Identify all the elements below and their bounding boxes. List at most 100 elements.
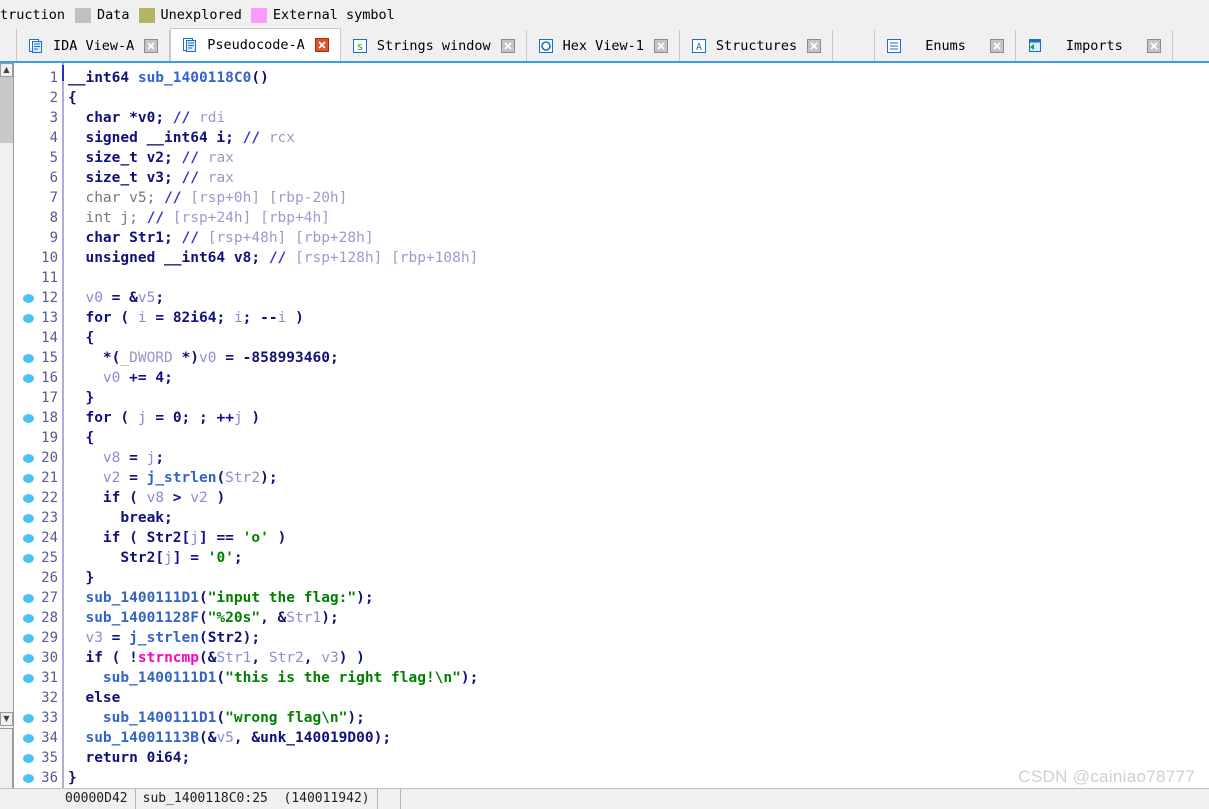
code-line[interactable]: 19 { (15, 428, 1195, 448)
code-line[interactable]: 27 sub_1400111D1("input the flag:"); (15, 588, 1195, 608)
close-icon[interactable] (653, 38, 668, 53)
code-listing[interactable]: 1 __int64 sub_1400118C0() 2{3 char *v0; //… (15, 63, 1209, 788)
code-line[interactable]: 9 char Str1; // [rsp+48h] [rbp+28h] (15, 228, 1195, 248)
code-line[interactable]: 25 Str2[j] = '0'; (15, 548, 1195, 568)
code-line[interactable]: 15 *(_DWORD *)v0 = -858993460; (15, 348, 1195, 368)
line-text[interactable]: size_t v2; // rax (68, 148, 233, 168)
code-line[interactable]: 24 if ( Str2[j] == 'o' ) (15, 528, 1195, 548)
code-line[interactable]: 10 unsigned __int64 v8; // [rsp+128h] [r… (15, 248, 1195, 268)
code-line[interactable]: 34 sub_14001113B(&v5, &unk_140019D00); (15, 728, 1195, 748)
line-text[interactable]: v2 = j_strlen(Str2); (68, 468, 278, 488)
line-text[interactable]: if ( !strncmp(&Str1, Str2, v3) ) (68, 648, 364, 668)
code-line[interactable]: 7 char v5; // [rsp+0h] [rbp-20h] (15, 188, 1195, 208)
code-line[interactable]: 26 } (15, 568, 1195, 588)
code-line[interactable]: 13 for ( i = 82i64; i; --i ) (15, 308, 1195, 328)
code-line[interactable]: 3 char *v0; // rdi (15, 108, 1195, 128)
code-line[interactable]: 14 { (15, 328, 1195, 348)
line-text[interactable]: char Str1; // [rsp+48h] [rbp+28h] (68, 228, 373, 248)
code-line[interactable]: 6 size_t v3; // rax (15, 168, 1195, 188)
code-line[interactable]: 35 return 0i64; (15, 748, 1195, 768)
line-text[interactable]: sub_14001128F("%20s", &Str1); (68, 608, 338, 628)
line-text[interactable]: int j; // [rsp+24h] [rbp+4h] (68, 208, 329, 228)
line-text[interactable]: Str2[j] = '0'; (68, 548, 242, 568)
line-text[interactable]: sub_1400111D1("wrong flag\n"); (68, 708, 365, 728)
line-text[interactable]: v3 = j_strlen(Str2); (68, 628, 260, 648)
line-text[interactable]: if ( v8 > v2 ) (68, 488, 225, 508)
code-line[interactable]: 22 if ( v8 > v2 ) (15, 488, 1195, 508)
line-text[interactable]: signed __int64 i; // rcx (68, 128, 295, 148)
line-text[interactable]: sub_1400111D1("input the flag:"); (68, 588, 373, 608)
line-number: 1 (49, 70, 58, 86)
line-text[interactable]: break; (68, 508, 172, 528)
code-line[interactable]: 29 v3 = j_strlen(Str2); (15, 628, 1195, 648)
line-text[interactable]: for ( j = 0; ; ++j ) (68, 408, 260, 428)
line-number: 6 (49, 170, 58, 186)
tab-blank[interactable] (833, 30, 876, 61)
code-line[interactable]: 1 __int64 sub_1400118C0() (15, 68, 1195, 88)
line-text[interactable]: size_t v3; // rax (68, 168, 233, 188)
line-text[interactable]: if ( Str2[j] == 'o' ) (68, 528, 286, 548)
line-text[interactable]: v8 = j; (68, 448, 164, 468)
scrollbar-thumb[interactable] (0, 77, 13, 143)
code-line[interactable]: 16 v0 += 4; (15, 368, 1195, 388)
line-text[interactable]: { (68, 88, 77, 108)
line-text[interactable]: char *v0; // rdi (68, 108, 225, 128)
code-line[interactable]: 32 else (15, 688, 1195, 708)
line-text[interactable]: return 0i64; (68, 748, 190, 768)
line-text[interactable]: char v5; // [rsp+0h] [rbp-20h] (68, 188, 347, 208)
code-line[interactable]: 18 for ( j = 0; ; ++j ) (15, 408, 1195, 428)
line-text[interactable]: v0 += 4; (68, 368, 173, 388)
scroll-up-button[interactable]: ▲ (0, 63, 13, 77)
line-text[interactable]: { (68, 428, 94, 448)
line-text[interactable]: v0 = &v5; (68, 288, 164, 308)
close-icon[interactable] (500, 38, 515, 53)
line-number: 24 (41, 530, 58, 546)
line-text[interactable]: { (68, 328, 94, 348)
code-line[interactable]: 28 sub_14001128F("%20s", &Str1); (15, 608, 1195, 628)
pseudocode-editor[interactable]: ▲ ▼ 1 __int64 sub_1400118C0() 2{3 char *v0… (0, 63, 1209, 788)
tab-ida-view-a[interactable]: IDA View-A (17, 30, 171, 61)
line-text[interactable]: *(_DWORD *)v0 = -858993460; (68, 348, 339, 368)
code-line[interactable]: 30 if ( !strncmp(&Str1, Str2, v3) ) (15, 648, 1195, 668)
tab-structures[interactable]: A Structures (679, 30, 834, 61)
close-icon[interactable] (1146, 38, 1161, 53)
scrollbar-track-end[interactable] (0, 728, 13, 788)
code-line[interactable]: 12 v0 = &v5; (15, 288, 1195, 308)
line-number: 23 (41, 510, 58, 526)
line-number: 34 (41, 730, 58, 746)
tab-label-ida-view-a: IDA View-A (53, 37, 135, 54)
code-line[interactable]: 21 v2 = j_strlen(Str2); (15, 468, 1195, 488)
line-text[interactable]: __int64 sub_1400118C0() (68, 68, 269, 88)
code-line[interactable]: 5 size_t v2; // rax (15, 148, 1195, 168)
code-line[interactable]: 23 break; (15, 508, 1195, 528)
line-text[interactable]: else (68, 688, 120, 708)
code-line[interactable]: 20 v8 = j; (15, 448, 1195, 468)
code-line[interactable]: 31 sub_1400111D1("this is the right flag… (15, 668, 1195, 688)
code-line[interactable]: 36} (15, 768, 1195, 788)
editor-vertical-scrollbar[interactable]: ▲ ▼ (0, 63, 14, 788)
tab-pseudocode-a[interactable]: Pseudocode-A (170, 28, 341, 61)
legend-label-instruction: truction (0, 7, 66, 23)
code-line[interactable]: 2{ (15, 88, 1195, 108)
code-line[interactable]: 11 (15, 268, 1195, 288)
code-line[interactable]: 33 sub_1400111D1("wrong flag\n"); (15, 708, 1195, 728)
tab-imports[interactable]: Imports (1015, 30, 1173, 61)
close-icon[interactable] (314, 38, 329, 52)
line-text[interactable]: unsigned __int64 v8; // [rsp+128h] [rbp+… (68, 248, 478, 268)
scroll-down-button[interactable]: ▼ (0, 712, 13, 726)
line-text[interactable]: for ( i = 82i64; i; --i ) (68, 308, 303, 328)
line-text[interactable]: } (68, 388, 94, 408)
tab-strings-window[interactable]: s Strings window (340, 30, 527, 61)
close-icon[interactable] (989, 38, 1004, 53)
tab-hex-view-1[interactable]: Hex View-1 (526, 30, 680, 61)
code-line[interactable]: 17 } (15, 388, 1195, 408)
line-text[interactable]: sub_14001113B(&v5, &unk_140019D00); (68, 728, 391, 748)
line-text[interactable]: } (68, 568, 94, 588)
line-text[interactable]: sub_1400111D1("this is the right flag!\n… (68, 668, 478, 688)
code-line[interactable]: 8 int j; // [rsp+24h] [rbp+4h] (15, 208, 1195, 228)
code-line[interactable]: 4 signed __int64 i; // rcx (15, 128, 1195, 148)
tab-enums[interactable]: Enums (875, 30, 1016, 61)
close-icon[interactable] (144, 38, 159, 53)
line-text[interactable]: } (68, 768, 77, 788)
close-icon[interactable] (807, 38, 822, 53)
